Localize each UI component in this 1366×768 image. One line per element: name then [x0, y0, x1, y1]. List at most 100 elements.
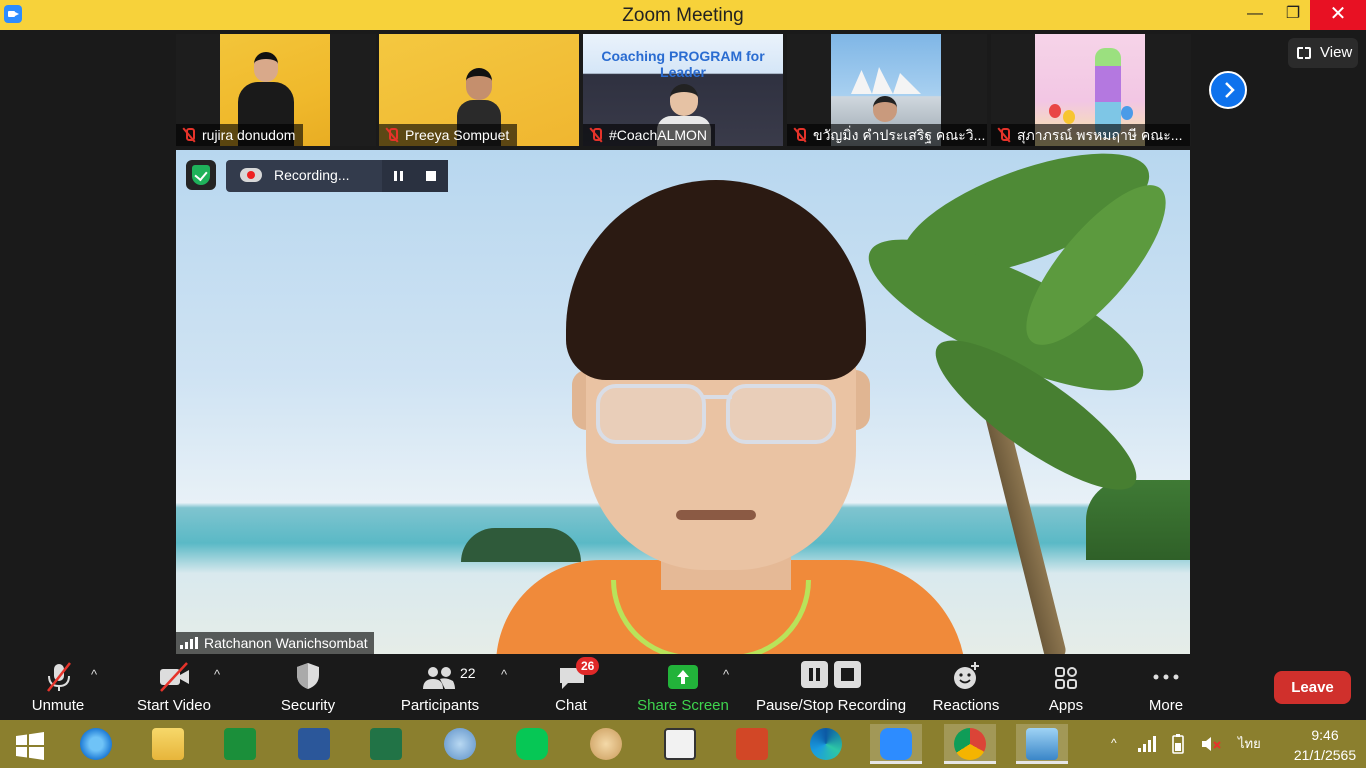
- edge-icon: [810, 728, 842, 760]
- taskbar-edge[interactable]: [800, 724, 852, 764]
- taskbar-line[interactable]: [506, 724, 558, 764]
- meeting-stage: rujira donudom Preeya Sompuet Coaching P…: [0, 30, 1366, 655]
- participant-name: ขวัญมิ่ง คำประเสริฐ คณะวิ...: [813, 127, 986, 143]
- powerpoint-icon: [736, 728, 768, 760]
- participants-label: Participants: [400, 697, 480, 714]
- reactions-button[interactable]: Reactions: [928, 655, 1004, 720]
- share-screen-button[interactable]: Share Screen: [636, 655, 730, 720]
- more-button[interactable]: More: [1136, 655, 1196, 720]
- mic-muted-icon: [589, 128, 603, 142]
- cloud-record-icon: [240, 168, 262, 182]
- taskbar-file-explorer[interactable]: [142, 724, 194, 764]
- share-screen-label: Share Screen: [637, 697, 729, 714]
- active-speaker-video[interactable]: [176, 150, 1190, 654]
- recording-status: Recording...: [274, 167, 350, 183]
- security-shield-icon: [297, 663, 319, 689]
- view-button-label: View: [1320, 44, 1353, 61]
- chat-button[interactable]: 26 Chat: [540, 655, 602, 720]
- unmute-label: Unmute: [31, 697, 85, 714]
- excel-icon: [370, 728, 402, 760]
- taskbar-excel[interactable]: [360, 724, 412, 764]
- audio-options-caret[interactable]: ^: [91, 667, 97, 682]
- start-button[interactable]: [4, 724, 56, 764]
- zoom-icon: [880, 728, 912, 760]
- taskbar-chrome[interactable]: [944, 724, 996, 764]
- pause-recording-button[interactable]: [382, 160, 416, 192]
- battery-icon[interactable]: [1170, 734, 1186, 754]
- mic-muted-icon: [182, 128, 196, 142]
- security-label: Security: [280, 697, 336, 714]
- reactions-label: Reactions: [932, 697, 1000, 714]
- speaker-figure: [496, 180, 966, 654]
- taskbar-powerpoint[interactable]: [726, 724, 778, 764]
- participant-thumbnail[interactable]: สุภาภรณ์ พรหมฤาษี คณะ...: [991, 34, 1191, 146]
- chevron-right-icon: [1225, 82, 1235, 98]
- more-label: More: [1148, 697, 1184, 714]
- taskbar-internet-explorer[interactable]: [70, 724, 122, 764]
- clock[interactable]: 9:46 21/1/2565: [1290, 720, 1360, 768]
- system-tray: ^: [1108, 720, 1238, 768]
- stop-recording-button[interactable]: [414, 160, 448, 192]
- taskbar-remote-desktop[interactable]: [1016, 724, 1068, 764]
- network-signal-icon[interactable]: [1138, 736, 1156, 752]
- reactions-smiley-icon: [954, 662, 979, 689]
- participant-thumbnail[interactable]: Coaching PROGRAM for Leader #CoachALMON: [583, 34, 783, 146]
- participant-thumbnail[interactable]: rujira donudom: [176, 34, 376, 146]
- participants-button[interactable]: 22 Participants: [394, 655, 486, 720]
- apps-icon: [1055, 667, 1077, 689]
- leave-button[interactable]: Leave: [1274, 671, 1351, 704]
- pause-stop-recording-button[interactable]: Pause/Stop Recording: [752, 655, 910, 720]
- line-app-icon: [516, 728, 548, 760]
- share-screen-icon: [668, 665, 698, 689]
- chrome-icon: [954, 728, 986, 760]
- active-speaker-name-tag: Ratchanon Wanichsombat: [176, 632, 374, 654]
- taskbar-paint[interactable]: [580, 724, 632, 764]
- store-icon: [224, 728, 256, 760]
- connection-signal-icon: [180, 637, 198, 649]
- chat-unread-badge: 26: [576, 657, 600, 675]
- participant-thumbnail[interactable]: ขวัญมิ่ง คำประเสริฐ คณะวิ...: [787, 34, 987, 146]
- participants-options-caret[interactable]: ^: [501, 667, 507, 682]
- participant-name-tag: ขวัญมิ่ง คำประเสริฐ คณะวิ...: [787, 124, 987, 146]
- word-icon: [298, 728, 330, 760]
- clock-time: 9:46: [1311, 727, 1339, 743]
- chat-label: Chat: [555, 697, 587, 714]
- start-video-button[interactable]: Start Video: [130, 655, 218, 720]
- unmute-button[interactable]: Unmute: [20, 655, 96, 720]
- speaker-muted-icon[interactable]: [1200, 735, 1222, 753]
- taskbar-lisrel[interactable]: [654, 724, 706, 764]
- share-options-caret[interactable]: ^: [723, 667, 729, 682]
- show-hidden-icons-caret[interactable]: ^: [1111, 736, 1117, 750]
- encryption-indicator[interactable]: [186, 160, 216, 190]
- grid-view-icon: [1297, 47, 1311, 59]
- participant-thumbnail[interactable]: Preeya Sompuet: [379, 34, 579, 146]
- participant-name: #CoachALMON: [609, 127, 708, 143]
- apps-button[interactable]: Apps: [1036, 655, 1096, 720]
- participant-name-tag: #CoachALMON: [583, 124, 716, 146]
- internet-explorer-icon: [80, 728, 112, 760]
- mic-muted-icon: [385, 128, 399, 142]
- participant-name-tag: Preeya Sompuet: [379, 124, 518, 146]
- taskbar-word[interactable]: [288, 724, 340, 764]
- next-page-button[interactable]: [1209, 71, 1247, 109]
- taskbar-zoom[interactable]: [870, 724, 922, 764]
- active-speaker-name: Ratchanon Wanichsombat: [204, 635, 368, 651]
- close-button[interactable]: ✕: [1310, 0, 1366, 30]
- apps-label: Apps: [1048, 697, 1084, 714]
- recording-indicator: Recording...: [226, 160, 448, 192]
- mic-muted-icon: [997, 128, 1011, 142]
- video-options-caret[interactable]: ^: [214, 667, 220, 682]
- mic-muted-icon: [793, 128, 807, 142]
- meeting-toolbar: Unmute ^ Start Video ^ Security 22 Parti…: [0, 655, 1366, 720]
- participant-name: สุภาภรณ์ พรหมฤาษี คณะ...: [1017, 127, 1183, 143]
- input-language[interactable]: ไทย: [1238, 720, 1266, 768]
- view-button[interactable]: View: [1288, 38, 1358, 68]
- security-button[interactable]: Security: [270, 655, 346, 720]
- window-title: Zoom Meeting: [622, 5, 744, 26]
- taskbar-math-calculator[interactable]: [434, 724, 486, 764]
- taskbar-store[interactable]: [214, 724, 266, 764]
- clock-date: 21/1/2565: [1293, 747, 1357, 763]
- pause-stop-recording-label: Pause/Stop Recording: [755, 697, 907, 714]
- participant-name: Preeya Sompuet: [405, 127, 510, 143]
- math-calculator-icon: [444, 728, 476, 760]
